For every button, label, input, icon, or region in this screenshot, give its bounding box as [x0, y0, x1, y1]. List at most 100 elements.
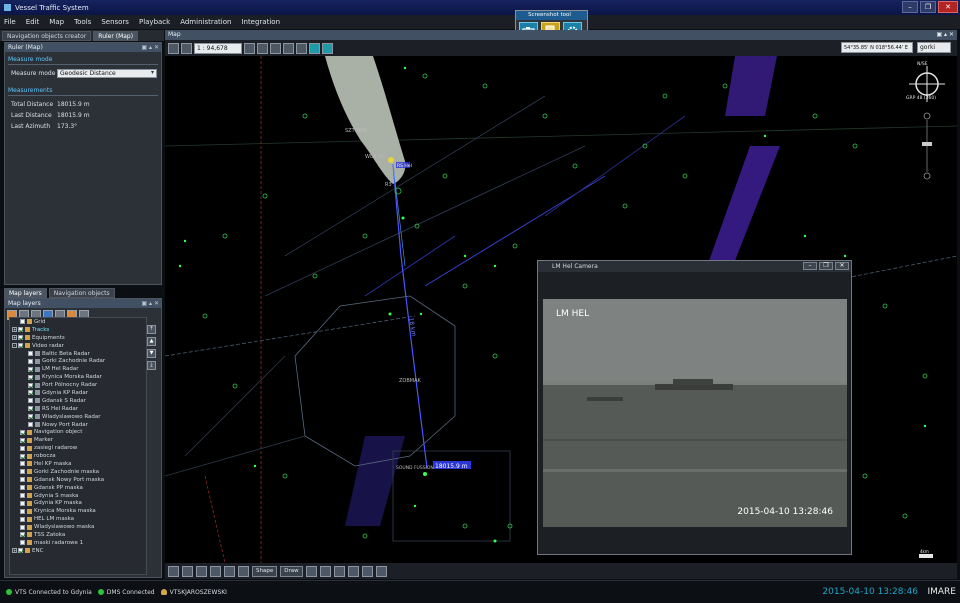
expand-icon[interactable]: +: [12, 548, 17, 554]
move-up-icon[interactable]: ▲: [147, 337, 156, 346]
close-button[interactable]: ✕: [938, 1, 958, 13]
marker-style-icon[interactable]: [375, 565, 387, 577]
move-down-icon[interactable]: ▼: [147, 349, 156, 358]
layer-checkbox[interactable]: [20, 445, 25, 451]
shape-dropdown[interactable]: Shape: [252, 565, 278, 577]
fill-color-icon[interactable]: [333, 565, 345, 577]
layer-checkbox[interactable]: [20, 532, 25, 538]
layer-checkbox[interactable]: [28, 422, 33, 428]
menu-administration[interactable]: Administration: [180, 18, 231, 26]
layer-item[interactable]: Hel KP maska: [10, 460, 146, 468]
layer-item[interactable]: Gdynia KP maska: [10, 499, 146, 507]
layer-checkbox[interactable]: [20, 429, 25, 435]
layer-item[interactable]: Gdansk Nowy Port maska: [10, 476, 146, 484]
layer-item[interactable]: Wladyslawowo maska: [10, 523, 146, 531]
layer-checkbox[interactable]: [18, 327, 23, 333]
line-width-icon[interactable]: [361, 565, 373, 577]
layer-checkbox[interactable]: [28, 414, 33, 420]
line-style-icon[interactable]: [347, 565, 359, 577]
expand-icon[interactable]: +: [12, 335, 17, 341]
layer-checkbox[interactable]: [20, 500, 25, 506]
menu-edit[interactable]: Edit: [26, 18, 40, 26]
layer-checkbox[interactable]: [28, 366, 33, 372]
panel-pin-icon[interactable]: ▣ ▴ ✕: [141, 299, 159, 308]
zoom-tool-icon[interactable]: [181, 42, 192, 54]
layer-checkbox[interactable]: [28, 406, 33, 412]
layer-item[interactable]: robocza: [10, 452, 146, 460]
layer-item[interactable]: Gdynia S maska: [10, 492, 146, 500]
layer-checkbox[interactable]: [20, 453, 25, 459]
layer-checkbox[interactable]: [28, 358, 33, 364]
layer-item[interactable]: - Video radar: [10, 342, 146, 350]
layer-checkbox[interactable]: [28, 382, 33, 388]
layer-item[interactable]: Navigation object: [10, 428, 146, 436]
camera-video[interactable]: LM HEL 2015-04-10 13:28:46: [543, 299, 847, 527]
layer-item[interactable]: Baltic Beta Radar: [10, 350, 146, 358]
menu-integration[interactable]: Integration: [241, 18, 280, 26]
layer-item[interactable]: Grid: [10, 318, 146, 326]
camera-close-button[interactable]: ✕: [835, 262, 849, 270]
print-map-icon[interactable]: [182, 565, 193, 577]
expand-icon[interactable]: -: [12, 343, 17, 349]
layer-checkbox[interactable]: [28, 390, 33, 396]
layer-item[interactable]: RS Hel Radar: [10, 405, 146, 413]
minimize-button[interactable]: –: [902, 1, 918, 13]
layer-checkbox[interactable]: [20, 508, 25, 514]
select-tool-icon[interactable]: [270, 42, 281, 54]
tab-ruler-map[interactable]: Ruler (Map): [93, 30, 139, 41]
layer-checkbox[interactable]: [20, 469, 25, 475]
grid-tool-icon[interactable]: [238, 565, 249, 577]
layers-tool-icon[interactable]: [168, 565, 179, 577]
menu-playback[interactable]: Playback: [139, 18, 170, 26]
layer-item[interactable]: Port Pólnocny Radar: [10, 381, 146, 389]
measure-tool-icon[interactable]: [283, 42, 294, 54]
layer-checkbox[interactable]: [28, 351, 33, 356]
layer-item[interactable]: + ENC: [10, 547, 146, 555]
move-bottom-icon[interactable]: ⤓: [147, 361, 156, 370]
layer-checkbox[interactable]: [20, 516, 25, 522]
layer-item[interactable]: Nowy Port Radar: [10, 421, 146, 429]
layer-checkbox[interactable]: [20, 461, 25, 467]
profile-select[interactable]: gorki: [917, 42, 951, 53]
save-view-icon[interactable]: [244, 42, 255, 54]
panel-pin-icon[interactable]: ▣ ▴ ✕: [141, 43, 159, 52]
camera-maximize-button[interactable]: ❐: [819, 262, 833, 270]
layer-checkbox[interactable]: [20, 540, 25, 546]
area-tool-icon[interactable]: [224, 565, 235, 577]
panel-pin-icon[interactable]: ▣ ▴ ✕: [936, 30, 954, 40]
layer-checkbox[interactable]: [20, 319, 25, 325]
move-top-icon[interactable]: ⤒: [147, 325, 156, 334]
layer-item[interactable]: Gorki Zachodnie maska: [10, 468, 146, 476]
pen-color-icon[interactable]: [305, 565, 317, 577]
layer-item[interactable]: Gdansk PP maska: [10, 484, 146, 492]
draw-dropdown[interactable]: Draw: [280, 565, 303, 577]
layer-item[interactable]: Krynica Morska maska: [10, 507, 146, 515]
overlay-toggle-icon[interactable]: [322, 42, 333, 54]
tab-navigation-objects-creator[interactable]: Navigation objects creator: [2, 30, 92, 41]
layer-item[interactable]: TSS Zatoka: [10, 531, 146, 539]
layer-item[interactable]: Krynica Morska Radar: [10, 373, 146, 381]
layer-item[interactable]: + Equipments: [10, 334, 146, 342]
measure-mode-select[interactable]: Geodesic Distance: [57, 69, 157, 78]
layer-checkbox[interactable]: [20, 477, 25, 483]
layer-item[interactable]: Gdynia KP Radar: [10, 389, 146, 397]
layer-toggle-icon[interactable]: [296, 42, 307, 54]
restore-button[interactable]: ❐: [920, 1, 936, 13]
layer-checkbox[interactable]: [20, 493, 25, 499]
layer-checkbox[interactable]: [28, 374, 33, 380]
layer-checkbox[interactable]: [18, 335, 23, 341]
tab-navigation-objects[interactable]: Navigation objects: [48, 288, 115, 298]
text-tool-icon[interactable]: [319, 565, 331, 577]
layer-item[interactable]: LM Hel Radar: [10, 365, 146, 373]
tab-map-layers[interactable]: Map layers: [4, 288, 47, 298]
print-icon[interactable]: [257, 42, 268, 54]
layer-item[interactable]: Wladyslawowo Radar: [10, 413, 146, 421]
zoom-slider[interactable]: [922, 112, 932, 180]
menu-map[interactable]: Map: [49, 18, 64, 26]
route-tool-icon[interactable]: [210, 565, 221, 577]
layer-checkbox[interactable]: [18, 548, 23, 554]
pan-tool-icon[interactable]: [168, 42, 179, 54]
layer-item[interactable]: zasiegi radarow: [10, 444, 146, 452]
layer-item[interactable]: + Tracks: [10, 326, 146, 334]
layer-checkbox[interactable]: [18, 343, 23, 349]
